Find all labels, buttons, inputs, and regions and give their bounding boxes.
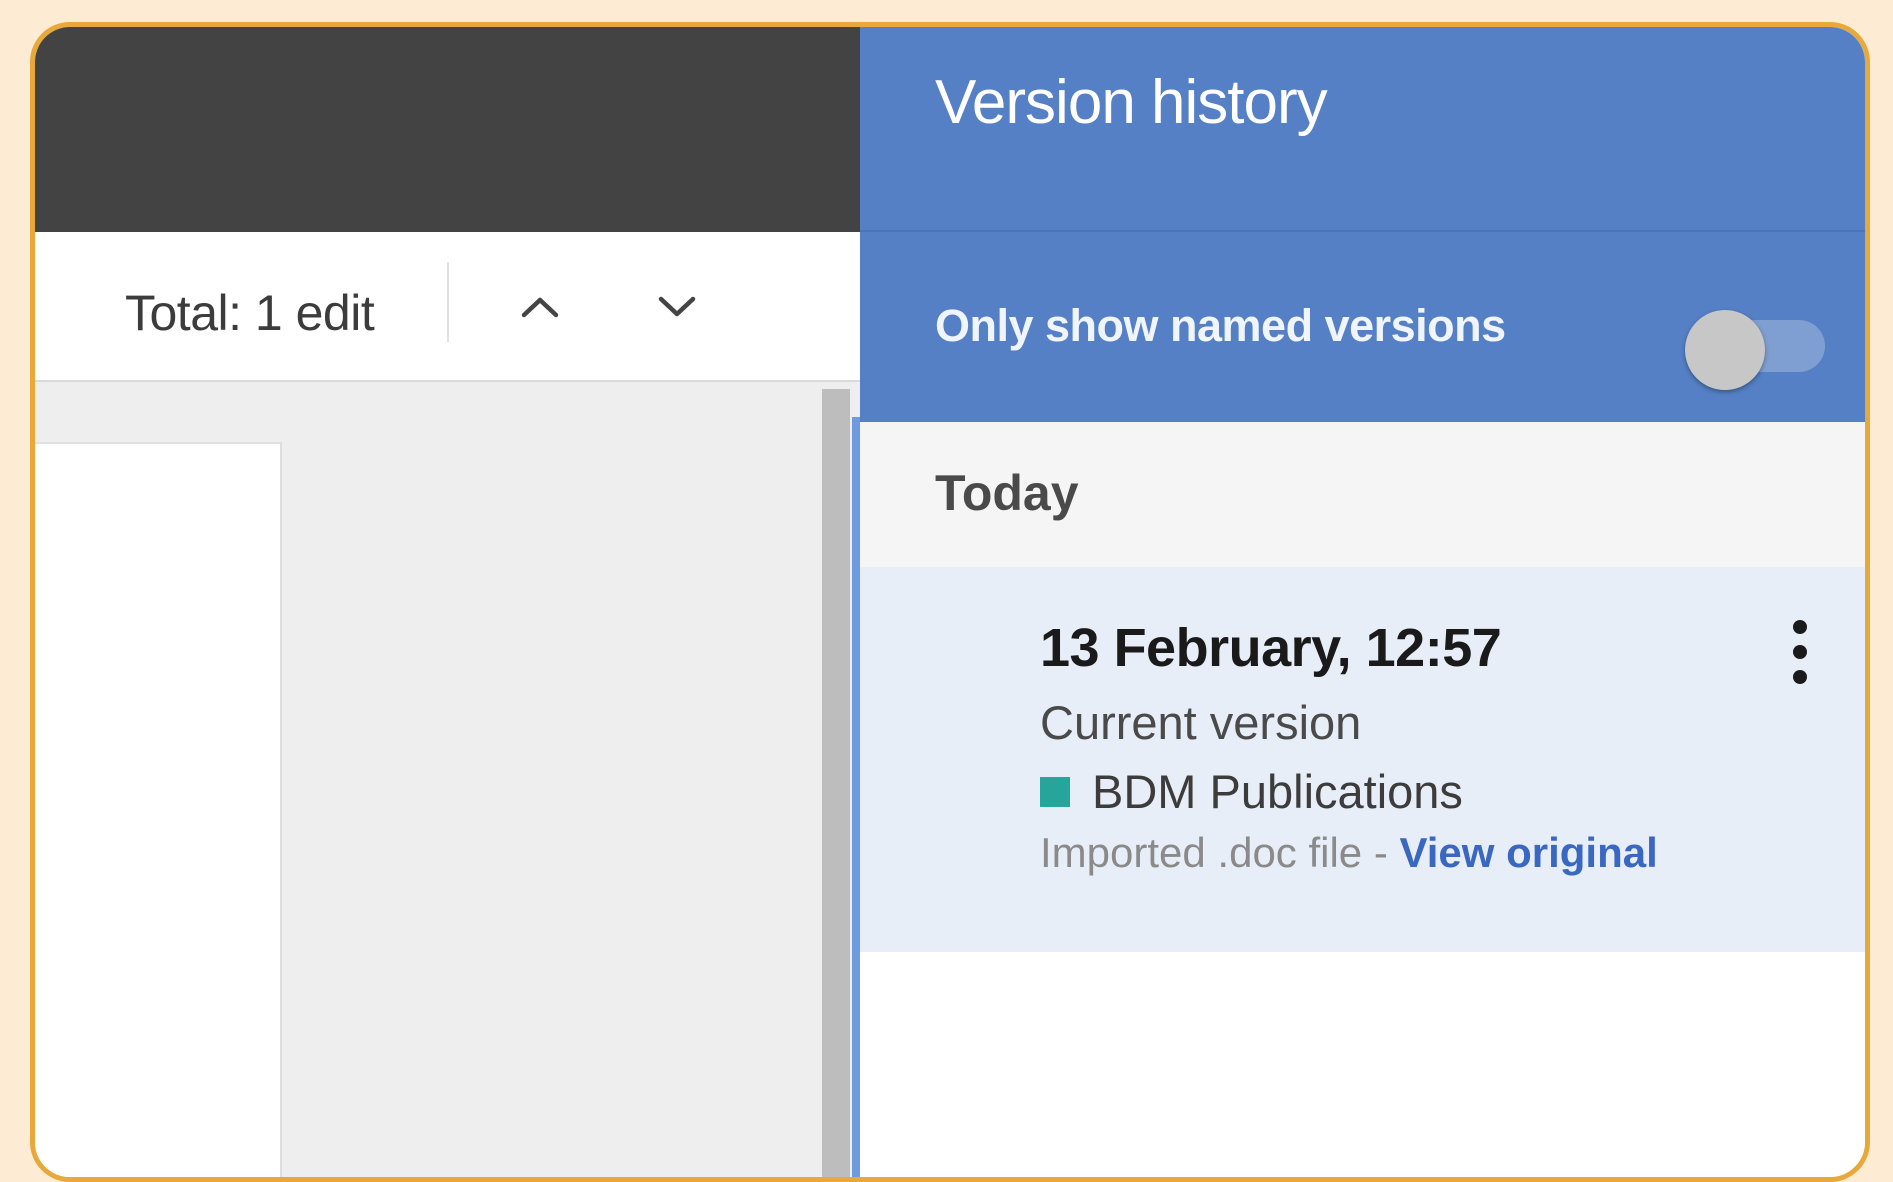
next-edit-button[interactable] [642, 272, 712, 342]
view-original-link[interactable]: View original [1399, 829, 1657, 876]
chevron-down-icon [658, 296, 696, 317]
previous-edit-button[interactable] [505, 272, 575, 342]
document-page [35, 442, 282, 1177]
author-name: BDM Publications [1092, 765, 1463, 818]
named-versions-toggle[interactable] [1685, 290, 1835, 390]
version-author: BDM Publications [1040, 764, 1463, 819]
filter-label: Only show named versions [935, 300, 1506, 351]
total-edits-label: Total: 1 edit [125, 285, 375, 341]
import-note: Imported .doc file - [1040, 829, 1400, 876]
version-timestamp: 13 February, 12:57 [1040, 618, 1502, 678]
author-color-swatch [1040, 776, 1070, 807]
panel-title: Version history [935, 68, 1328, 137]
version-history-panel: Version history Only show named versions… [860, 27, 1865, 1177]
version-history-header: Version history [860, 27, 1865, 232]
more-vert-icon-dot [1793, 645, 1807, 659]
named-versions-filter: Only show named versions [860, 232, 1865, 422]
edit-navigation-toolbar: Total: 1 edit [35, 232, 865, 382]
group-label: Today [935, 465, 1079, 521]
version-more-actions-button[interactable] [1775, 607, 1825, 697]
app-window: Total: 1 edit Version history Only show … [30, 22, 1870, 1182]
version-group-header: Today [860, 422, 1865, 567]
version-status: Current version [1040, 696, 1362, 749]
toggle-knob [1685, 310, 1765, 390]
document-scrollbar[interactable] [822, 389, 850, 1177]
more-vert-icon-dot [1793, 670, 1807, 684]
document-header-bar [35, 27, 865, 232]
chevron-up-icon [521, 297, 559, 318]
more-vert-icon [1793, 620, 1807, 634]
toolbar-divider [447, 262, 449, 342]
version-list-item[interactable]: 13 February, 12:57 Current version BDM P… [860, 567, 1865, 952]
version-note: Imported .doc file - View original [1040, 829, 1658, 877]
panel-edge-accent [852, 417, 860, 1177]
